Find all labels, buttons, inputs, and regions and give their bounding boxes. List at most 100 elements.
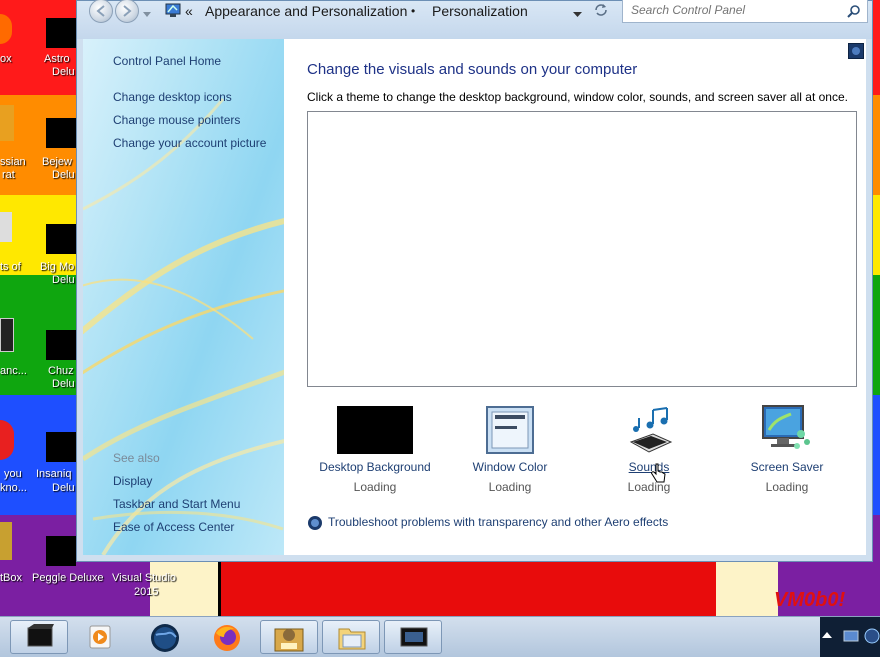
globe-icon [151, 624, 179, 652]
desktop-icon-label: Big Mo [40, 261, 75, 273]
taskbar-app-folder[interactable] [322, 620, 380, 654]
refresh-icon [595, 4, 607, 16]
troubleshoot-aero-link[interactable]: Troubleshoot problems with transparency … [328, 515, 668, 529]
desktop-icon-label: ox [0, 53, 12, 65]
explorer-icon [27, 624, 54, 647]
taskbar-app-virtualbox[interactable] [260, 620, 318, 654]
desktop-icon-label: Peggle Deluxe [32, 572, 104, 584]
screen-saver-status: Loading [765, 480, 809, 494]
page-title: Change the visuals and sounds on your co… [307, 61, 638, 78]
desktop-icon-label: Insaniq [36, 468, 72, 480]
search-box[interactable] [622, 0, 868, 23]
theme-list[interactable] [307, 111, 857, 387]
forward-button[interactable] [115, 0, 139, 23]
search-icon[interactable] [847, 4, 861, 18]
recent-pages-dropdown[interactable] [143, 7, 151, 17]
desktop-icon-label: Chuz [48, 365, 74, 377]
screen-saver-icon[interactable] [761, 404, 813, 454]
desktop-icon-label: you [4, 468, 22, 480]
desktop-icon-label: ts of [0, 261, 21, 273]
change-desktop-icons-link[interactable]: Change desktop icons [113, 90, 232, 104]
desktop-icon-label: anc... [0, 365, 27, 377]
address-dropdown-button[interactable] [573, 7, 582, 21]
sounds-link[interactable]: Sounds [609, 460, 689, 474]
left-nav-pane: Control Panel Home Change desktop icons … [83, 39, 284, 555]
desktop-icon-label: Delu [52, 274, 75, 286]
window-color-status: Loading [488, 480, 532, 494]
desktop-icon-label: Delu [52, 66, 75, 78]
taskbar [0, 616, 880, 657]
volume-icon[interactable] [864, 627, 880, 645]
desktop-icon-label: rat [2, 169, 15, 181]
breadcrumb-separator: • [411, 4, 416, 18]
chuzzle-desktop-icon[interactable] [46, 330, 76, 360]
content-area: Control Panel Home Change desktop icons … [83, 39, 866, 555]
window-color-icon[interactable] [486, 406, 534, 454]
desktop-icon-label: kno... [0, 482, 27, 494]
desktop-drawing-red [218, 562, 722, 616]
search-input[interactable] [623, 0, 841, 20]
chevron-down-icon [143, 12, 151, 17]
hand-cursor-icon [651, 463, 666, 483]
control-panel-taskbar-icon [400, 627, 428, 647]
taskbar-start-menu-link[interactable]: Taskbar and Start Menu [113, 497, 240, 511]
breadcrumb-chevrons[interactable]: « [185, 3, 193, 19]
window-titlebar: « Appearance and Personalization • Perso… [77, 0, 872, 39]
back-button[interactable] [89, 0, 113, 23]
sounds-icon[interactable] [623, 406, 675, 454]
ease-of-access-link[interactable]: Ease of Access Center [113, 520, 234, 534]
desktop-icon-label: Delu [52, 378, 75, 390]
taskbar-app-globe[interactable] [136, 620, 194, 654]
chevron-up-icon[interactable] [822, 631, 832, 639]
desktop-icon-label: Bejew [42, 156, 72, 168]
desktop-icon-label: Astro [44, 53, 70, 65]
desktop-icon-label: Delu [52, 169, 75, 181]
breadcrumb-personalization[interactable]: Personalization [432, 3, 528, 19]
page-description: Click a theme to change the desktop back… [307, 90, 848, 104]
taskbar-app-media[interactable] [72, 620, 130, 654]
display-link[interactable]: Display [113, 474, 152, 488]
control-panel-icon [165, 3, 181, 17]
refresh-button[interactable] [593, 2, 609, 21]
taskbar-app-explorer[interactable] [10, 620, 68, 654]
help-button[interactable] [848, 43, 864, 59]
desktop-background-link[interactable]: Desktop Background [305, 460, 445, 474]
desktop-icon-label: tBox [0, 572, 23, 584]
desktop-icon-label: Delu [52, 482, 75, 494]
network-icon[interactable] [842, 627, 860, 645]
bejeweled-desktop-icon[interactable] [46, 118, 76, 148]
control-panel-window: « Appearance and Personalization • Perso… [76, 0, 873, 562]
astro-desktop-icon[interactable] [46, 18, 76, 48]
chevron-down-icon [573, 12, 582, 17]
c-sharp-desktop-icon[interactable] [0, 212, 12, 242]
taskbar-app-control-panel[interactable] [384, 620, 442, 654]
firefox-icon [214, 625, 240, 651]
media-player-icon [89, 625, 111, 649]
forward-arrow-icon [123, 5, 132, 17]
desktop-watermark: VM0b0! [774, 589, 846, 611]
app-desktop-icon[interactable] [0, 318, 14, 352]
change-account-picture-link[interactable]: Change your account picture [113, 136, 266, 150]
desktop-icon-label: Visual Studio [112, 572, 177, 584]
window-color-link[interactable]: Window Color [455, 460, 565, 474]
virtualbox-desktop-icon[interactable] [0, 522, 12, 560]
change-mouse-pointers-link[interactable]: Change mouse pointers [113, 113, 240, 127]
screen-saver-link[interactable]: Screen Saver [737, 460, 837, 474]
insaniquarium-desktop-icon[interactable] [46, 432, 76, 462]
russian-desktop-icon[interactable] [0, 105, 14, 141]
desktop-drawing-cream [150, 562, 218, 616]
desktop-background-status: Loading [353, 480, 397, 494]
desktop-icon-label: 2015 [134, 586, 159, 598]
control-panel-home-link[interactable]: Control Panel Home [113, 54, 221, 68]
virtualbox-icon [274, 628, 304, 652]
big-money-desktop-icon[interactable] [46, 224, 76, 254]
desktop-drawing-cream-right [716, 562, 778, 616]
breadcrumb-appearance[interactable]: Appearance and Personalization [205, 3, 407, 19]
help-icon [852, 47, 860, 55]
see-also-heading: See also [113, 451, 160, 465]
taskbar-app-firefox[interactable] [198, 620, 256, 654]
desktop-background-icon[interactable] [337, 406, 413, 454]
folder-icon [338, 628, 366, 650]
back-arrow-icon [96, 5, 105, 17]
peggle-desktop-icon[interactable] [46, 536, 76, 566]
